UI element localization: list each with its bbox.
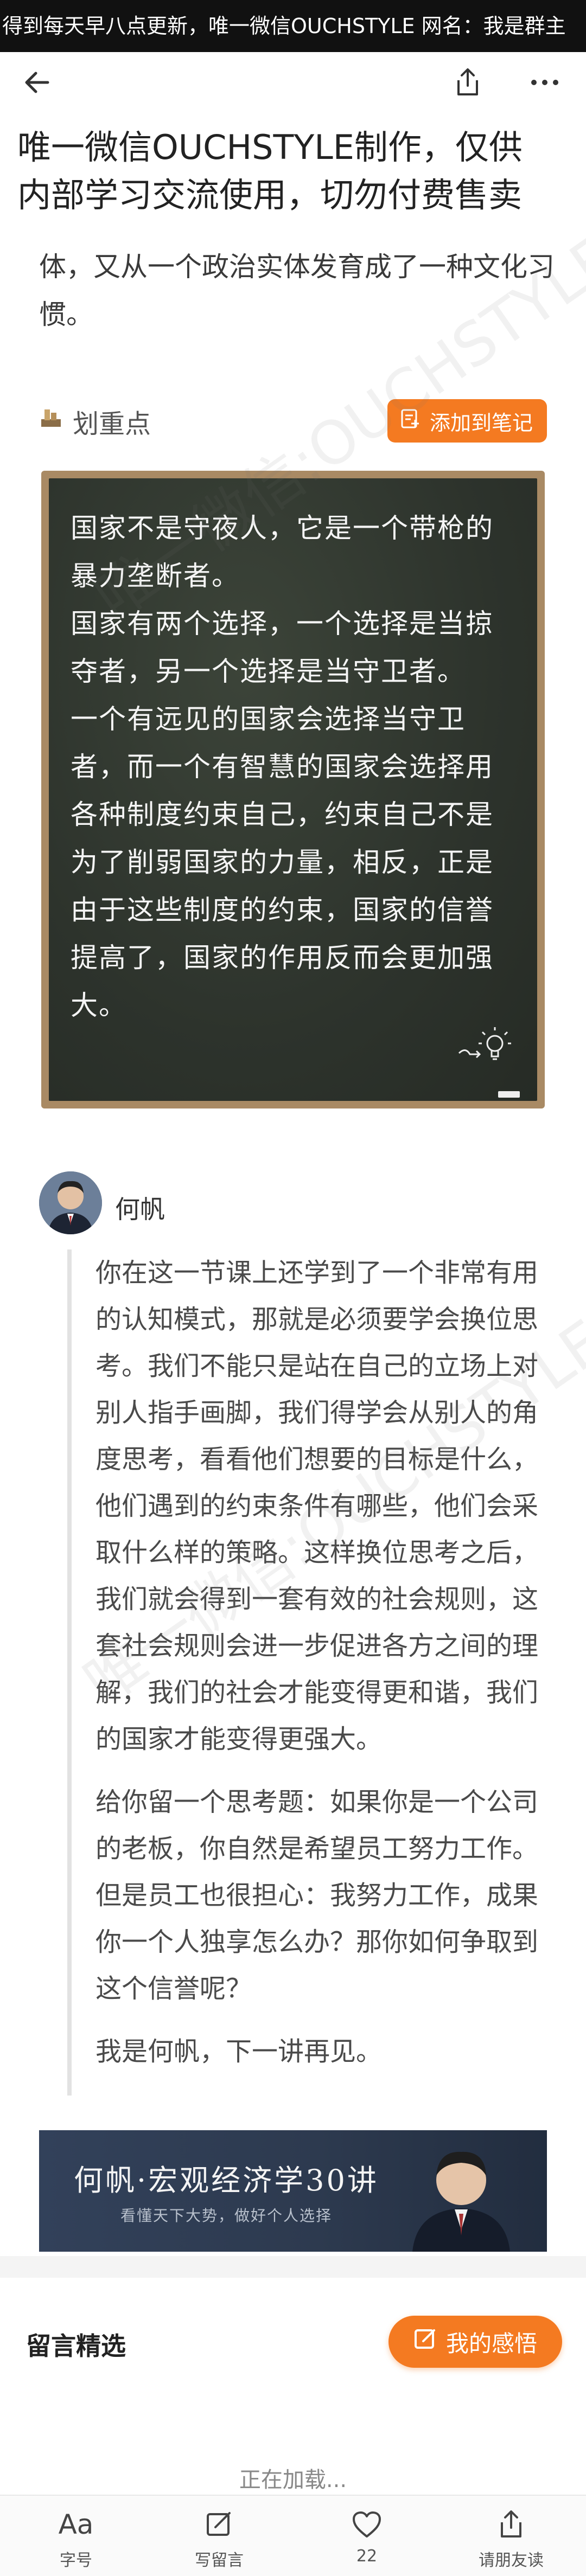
quote-paragraph: 我是何帆，下一讲再见。: [95, 2036, 383, 2067]
section-divider: [0, 2256, 586, 2278]
note-icon: [399, 408, 421, 434]
quote-text: 你在这一节课上还学到了一个非常有用的认知模式，那就是必须要学会换位思考。我们不能…: [95, 1249, 546, 2091]
chalk-piece: [498, 1091, 520, 1098]
share-icon: [498, 2504, 525, 2545]
nav-bar: [0, 52, 586, 113]
heart-icon: [352, 2504, 382, 2545]
article-title: 唯一微信OUCHSTYLE制作，仅供 内部学习交流使用，切勿付费售卖: [17, 124, 576, 219]
title-line-2: 内部学习交流使用，切勿付费售卖: [17, 175, 523, 215]
bottom-toolbar: Aa 字号 写留言 22 请朋友读: [0, 2495, 586, 2576]
top-banner: 得到每天早八点更新，唯一微信OUCHSTYLE 网名：我是群主: [0, 0, 586, 52]
course-subtitle: 看懂天下大势，做好个人选择: [120, 2207, 333, 2225]
chalkboard: 国家不是守夜人，它是一个带枪的暴力垄断者。 国家有两个选择，一个选择是当掠夺者，…: [49, 478, 537, 1101]
tab-share-friends[interactable]: 请朋友读: [457, 2504, 565, 2575]
chalkboard-card: 国家不是守夜人，它是一个带枪的暴力垄断者。 国家有两个选择，一个选择是当掠夺者，…: [41, 471, 545, 1108]
lightbulb-icon: [457, 1023, 511, 1068]
my-feel-label: 我的感悟: [445, 2330, 537, 2357]
write-icon: [205, 2504, 234, 2545]
quote-paragraph: 给你留一个思考题：如果你是一个公司的老板，你自然是希望员工努力工作。但是员工也很…: [95, 1787, 539, 2004]
course-banner[interactable]: 何帆·宏观经济学30讲 看懂天下大势，做好个人选择: [39, 2130, 547, 2252]
article-paragraph: 体，又从一个政治实体发育成了一种文化习惯。: [39, 251, 555, 330]
highlight-icon: [39, 406, 63, 437]
loading-text: 正在加载...: [239, 2468, 347, 2492]
highlight-label: 划重点: [73, 409, 151, 439]
avatar[interactable]: [39, 1171, 102, 1234]
tab-label: 写留言: [195, 2551, 244, 2570]
author-name: 何帆: [115, 1195, 165, 1224]
author-row: 何帆: [39, 1171, 547, 1236]
quote-paragraph: 你在这一节课上还学到了一个非常有用的认知模式，那就是必须要学会换位思考。我们不能…: [95, 1258, 539, 1754]
add-to-notes-label: 添加到笔记: [429, 411, 533, 435]
back-arrow-icon[interactable]: [20, 65, 54, 100]
highlight-heading: 划重点: [39, 402, 151, 440]
tab-label: 请朋友读: [479, 2551, 544, 2570]
share-icon[interactable]: [450, 65, 485, 100]
board-line: 一个有远见的国家会选择当守卫者，而一个有智慧的国家会选择用各种制度约束自己，约束…: [71, 703, 494, 1021]
highlight-row: 划重点 添加到笔记: [39, 399, 547, 443]
tab-write-comment[interactable]: 写留言: [165, 2504, 273, 2575]
author-quote: 你在这一节课上还学到了一个非常有用的认知模式，那就是必须要学会换位思考。我们不能…: [67, 1249, 551, 2096]
author-portrait: [407, 2138, 515, 2252]
board-line: 国家不是守夜人，它是一个带枪的暴力垄断者。: [71, 512, 494, 592]
title-line-1: 唯一微信OUCHSTYLE制作，仅供: [17, 127, 523, 167]
comments-section-label: 留言精选: [26, 2331, 126, 2361]
tab-like[interactable]: 22: [313, 2504, 421, 2575]
board-line: 国家有两个选择，一个选择是当掠夺者，另一个选择是当守卫者。: [71, 608, 494, 687]
add-to-notes-button[interactable]: 添加到笔记: [387, 399, 547, 443]
tab-label: 字号: [60, 2551, 92, 2570]
chalkboard-text: 国家不是守夜人，它是一个带枪的暴力垄断者。 国家有两个选择，一个选择是当掠夺者，…: [71, 504, 521, 1029]
tab-font-size[interactable]: Aa 字号: [22, 2504, 130, 2575]
edit-icon: [413, 2327, 437, 2356]
course-title: 何帆·宏观经济学30讲: [74, 2163, 379, 2197]
like-count: 22: [356, 2547, 378, 2566]
my-feel-button[interactable]: 我的感悟: [388, 2316, 562, 2368]
font-size-icon: Aa: [58, 2509, 94, 2540]
more-icon[interactable]: [527, 65, 562, 100]
